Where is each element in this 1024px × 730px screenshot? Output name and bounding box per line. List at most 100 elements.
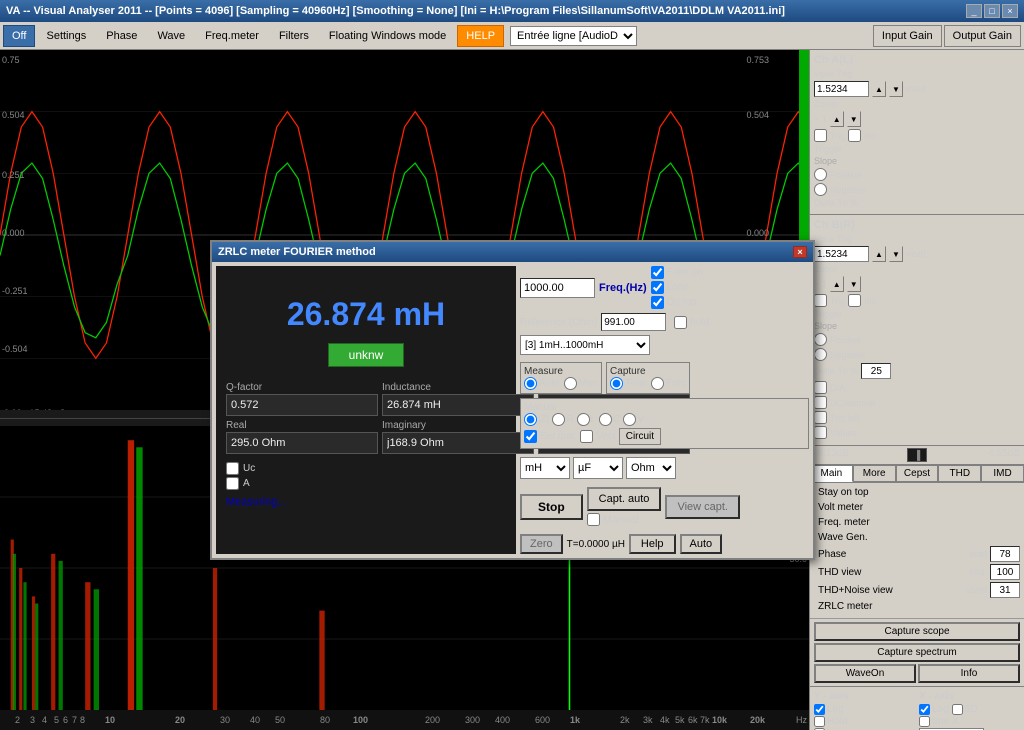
ch-a-zoom-down[interactable]: ▼ bbox=[847, 111, 861, 127]
circuit-btn[interactable]: Circuit bbox=[619, 428, 661, 445]
auto-dialog-btn[interactable]: Auto bbox=[680, 534, 723, 554]
phase-menu-btn[interactable]: Phase bbox=[97, 25, 146, 47]
filter-on-check[interactable] bbox=[651, 266, 664, 279]
thd-noise-btn[interactable]: THD+Noise view bbox=[814, 584, 962, 597]
zrlc-meter-btn[interactable]: ZRLC meter bbox=[814, 600, 1020, 613]
auto-radio[interactable] bbox=[524, 377, 537, 390]
off-btn[interactable]: Off bbox=[3, 25, 35, 47]
x-log-check[interactable] bbox=[919, 704, 930, 715]
ch-b-inv-check[interactable] bbox=[848, 294, 861, 307]
input-gain-btn[interactable]: Input Gain bbox=[873, 25, 942, 47]
a-check[interactable] bbox=[226, 477, 239, 490]
freq-meter-btn[interactable]: Freq.meter bbox=[196, 25, 268, 47]
volt-meter-btn[interactable]: Volt meter bbox=[814, 501, 1020, 514]
ch-b-trig-left-check[interactable] bbox=[814, 411, 827, 424]
phase-btn[interactable]: Phase bbox=[814, 548, 966, 561]
ch-b-down-btn[interactable]: ▼ bbox=[889, 246, 903, 262]
y-hold-check[interactable] bbox=[814, 716, 825, 727]
help-dialog-btn[interactable]: Help bbox=[629, 534, 676, 554]
mh-dropdown[interactable]: mH bbox=[520, 457, 570, 479]
ch-b-zoom-down[interactable]: ▼ bbox=[847, 276, 861, 292]
ch-a-trig-check[interactable] bbox=[814, 129, 827, 142]
iz-radio[interactable] bbox=[524, 413, 537, 426]
zero-btn[interactable]: Zero bbox=[520, 534, 563, 554]
stop-btn[interactable]: Stop bbox=[520, 494, 583, 520]
ohm-dropdown[interactable]: Ohm bbox=[626, 457, 676, 479]
vect-check[interactable] bbox=[580, 430, 593, 443]
filters-btn[interactable]: Filters bbox=[270, 25, 318, 47]
capture-scope-btn[interactable]: Capture scope bbox=[814, 622, 1020, 641]
tab-cepst[interactable]: Cepst bbox=[896, 465, 939, 482]
ch-b-values-check[interactable] bbox=[814, 426, 827, 439]
v-radio[interactable] bbox=[623, 413, 636, 426]
wave-menu-btn[interactable]: Wave bbox=[148, 25, 194, 47]
ch-a-pos-radio[interactable] bbox=[814, 168, 827, 181]
ch-a-zoom-up[interactable]: ▲ bbox=[830, 111, 844, 127]
zrlc-close-btn[interactable]: × bbox=[793, 246, 807, 258]
freq-radio[interactable] bbox=[651, 377, 664, 390]
ch-a-down-btn[interactable]: ▼ bbox=[889, 81, 903, 97]
wait-input[interactable] bbox=[990, 546, 1020, 562]
output-gain-btn[interactable]: Output Gain bbox=[944, 25, 1021, 47]
help-btn[interactable]: HELP bbox=[457, 25, 504, 47]
real-label: Real bbox=[226, 420, 378, 431]
zrlc-unknw-btn[interactable]: unknw bbox=[328, 343, 405, 367]
hold-check[interactable] bbox=[674, 316, 687, 329]
input-select[interactable]: Entrée ligne [AudioD bbox=[510, 26, 637, 46]
ch-b-trig-check[interactable] bbox=[814, 294, 827, 307]
ch-a-up-btn[interactable]: ▲ bbox=[872, 81, 886, 97]
loop-check[interactable] bbox=[651, 281, 664, 294]
inductance-input[interactable] bbox=[382, 394, 534, 416]
on-top-check[interactable] bbox=[651, 296, 664, 309]
view-capt-btn[interactable]: View capt. bbox=[665, 495, 740, 519]
ch-b-value-input[interactable] bbox=[814, 246, 869, 262]
maximize-btn[interactable]: □ bbox=[984, 4, 1000, 18]
q-factor-input[interactable] bbox=[226, 394, 378, 416]
real-input[interactable] bbox=[226, 432, 378, 454]
used-input[interactable] bbox=[990, 582, 1020, 598]
freq-input[interactable] bbox=[520, 278, 595, 298]
x-true-check[interactable] bbox=[919, 716, 930, 727]
uc-check[interactable] bbox=[226, 462, 239, 475]
ser-par-check[interactable] bbox=[524, 430, 537, 443]
ch-b-zoom-up[interactable]: ▲ bbox=[830, 276, 844, 292]
tab-thd[interactable]: THD bbox=[938, 465, 981, 482]
r-radio[interactable] bbox=[552, 413, 565, 426]
ch-b-dcremoval-check[interactable] bbox=[814, 396, 827, 409]
ch-b-delta-input[interactable] bbox=[861, 363, 891, 379]
y-log-check[interactable] bbox=[814, 704, 825, 715]
capture-spectrum-btn[interactable]: Capture spectrum bbox=[814, 643, 1020, 662]
x-3d-check[interactable] bbox=[952, 704, 963, 715]
tab-main[interactable]: Main bbox=[810, 465, 853, 482]
thd-view-btn[interactable]: THD view bbox=[814, 566, 967, 579]
tab-imd[interactable]: IMD bbox=[981, 465, 1024, 482]
floating-windows-btn[interactable]: Floating Windows mode bbox=[320, 25, 455, 47]
ch-b-pos-radio[interactable] bbox=[814, 333, 827, 346]
manual-capture-check[interactable] bbox=[587, 513, 600, 526]
minimize-btn[interactable]: _ bbox=[966, 4, 982, 18]
ch-b-up-btn[interactable]: ▲ bbox=[872, 246, 886, 262]
time-radio[interactable] bbox=[610, 377, 623, 390]
ref-range-dropdown[interactable]: [3] 1mH..1000mH bbox=[520, 335, 650, 355]
ch-a-inv-check[interactable] bbox=[848, 129, 861, 142]
capt-auto-btn[interactable]: Capt. auto bbox=[587, 487, 662, 511]
l-radio[interactable] bbox=[577, 413, 590, 426]
wave-gen-btn[interactable]: Wave Gen. bbox=[814, 531, 1020, 544]
tab-more[interactable]: More bbox=[853, 465, 896, 482]
ch-a-value-input[interactable] bbox=[814, 81, 869, 97]
info-panel-btn[interactable]: Info bbox=[918, 664, 1020, 683]
close-btn[interactable]: × bbox=[1002, 4, 1018, 18]
imaginary-input[interactable] bbox=[382, 432, 534, 454]
settings-btn[interactable]: Settings bbox=[37, 25, 95, 47]
uf-dropdown[interactable]: µF bbox=[573, 457, 623, 479]
ref-input[interactable] bbox=[601, 313, 666, 331]
wave-on-btn[interactable]: WaveOn bbox=[814, 664, 916, 683]
man-radio[interactable] bbox=[564, 377, 577, 390]
req-input[interactable] bbox=[990, 564, 1020, 580]
ch-a-neg-radio[interactable] bbox=[814, 183, 827, 196]
stay-on-top-btn[interactable]: Stay on top bbox=[814, 486, 1020, 499]
c-radio[interactable] bbox=[599, 413, 612, 426]
ch-b-da-check[interactable] bbox=[814, 381, 827, 394]
ch-b-neg-radio[interactable] bbox=[814, 348, 827, 361]
freq-meter-btn[interactable]: Freq. meter bbox=[814, 516, 1020, 529]
